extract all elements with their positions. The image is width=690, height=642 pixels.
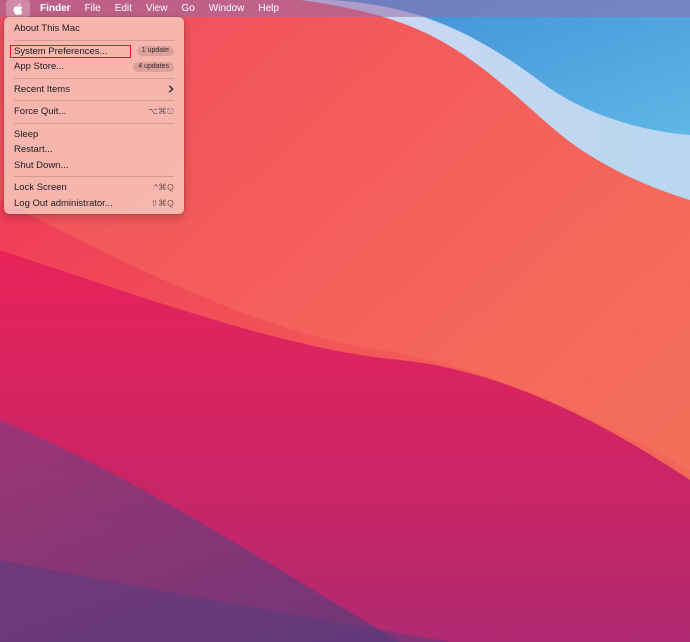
- menu-item-label: Log Out administrator...: [14, 197, 113, 209]
- apple-logo-icon: [13, 3, 23, 15]
- menu-item-label: Recent Items: [14, 83, 70, 95]
- menu-item-label: App Store...: [14, 61, 65, 72]
- menu-item-label: About This Mac: [14, 23, 80, 34]
- menu-item-app-store[interactable]: App Store... 4 updates: [4, 59, 184, 75]
- menu-item-label: Sleep: [14, 128, 39, 140]
- menu-item-system-preferences[interactable]: System Preferences... 1 update: [4, 44, 184, 60]
- menu-item-label: Shut Down...: [14, 159, 69, 171]
- menu-separator: [14, 77, 174, 79]
- menu-item-sleep[interactable]: Sleep: [4, 127, 184, 143]
- menu-item-label: System Preferences...: [14, 45, 108, 57]
- menu-separator: [14, 39, 174, 41]
- menu-go[interactable]: Go: [174, 0, 201, 17]
- menu-item-label: Restart...: [14, 144, 53, 155]
- keyboard-shortcut: ⌥⌘⎋: [148, 106, 174, 116]
- menu-finder[interactable]: Finder: [33, 0, 78, 17]
- menu-help[interactable]: Help: [251, 0, 286, 17]
- menu-item-about-this-mac[interactable]: About This Mac: [4, 21, 184, 37]
- apple-menu-button[interactable]: [6, 0, 30, 17]
- update-badge: 4 updates: [133, 61, 174, 72]
- menu-separator: [14, 176, 174, 177]
- update-badge: 1 update: [136, 46, 174, 57]
- keyboard-shortcut: ^⌘Q: [153, 182, 174, 192]
- menu-separator: [14, 122, 174, 124]
- menu-item-force-quit[interactable]: Force Quit... ⌥⌘⎋: [4, 104, 184, 120]
- menu-separator: [14, 100, 174, 101]
- menu-item-label: Lock Screen: [14, 182, 67, 193]
- menu-file[interactable]: File: [78, 0, 108, 17]
- desktop[interactable]: Finder File Edit View Go Window Help Abo…: [0, 0, 690, 642]
- chevron-right-icon: [168, 85, 174, 93]
- menu-edit[interactable]: Edit: [108, 0, 139, 17]
- menu-item-restart[interactable]: Restart...: [4, 142, 184, 158]
- menu-bar: Finder File Edit View Go Window Help: [0, 0, 690, 17]
- menu-window[interactable]: Window: [202, 0, 252, 17]
- keyboard-shortcut: ⇧⌘Q: [150, 197, 174, 208]
- menu-item-log-out[interactable]: Log Out administrator... ⇧⌘Q: [4, 196, 184, 212]
- apple-menu-dropdown: About This Mac System Preferences... 1 u…: [4, 17, 184, 214]
- menu-item-label: Force Quit...: [14, 106, 67, 117]
- menu-item-lock-screen[interactable]: Lock Screen ^⌘Q: [4, 180, 184, 196]
- menu-item-recent-items[interactable]: Recent Items: [4, 82, 184, 98]
- menu-item-shut-down[interactable]: Shut Down...: [4, 158, 184, 174]
- menu-view[interactable]: View: [139, 0, 175, 17]
